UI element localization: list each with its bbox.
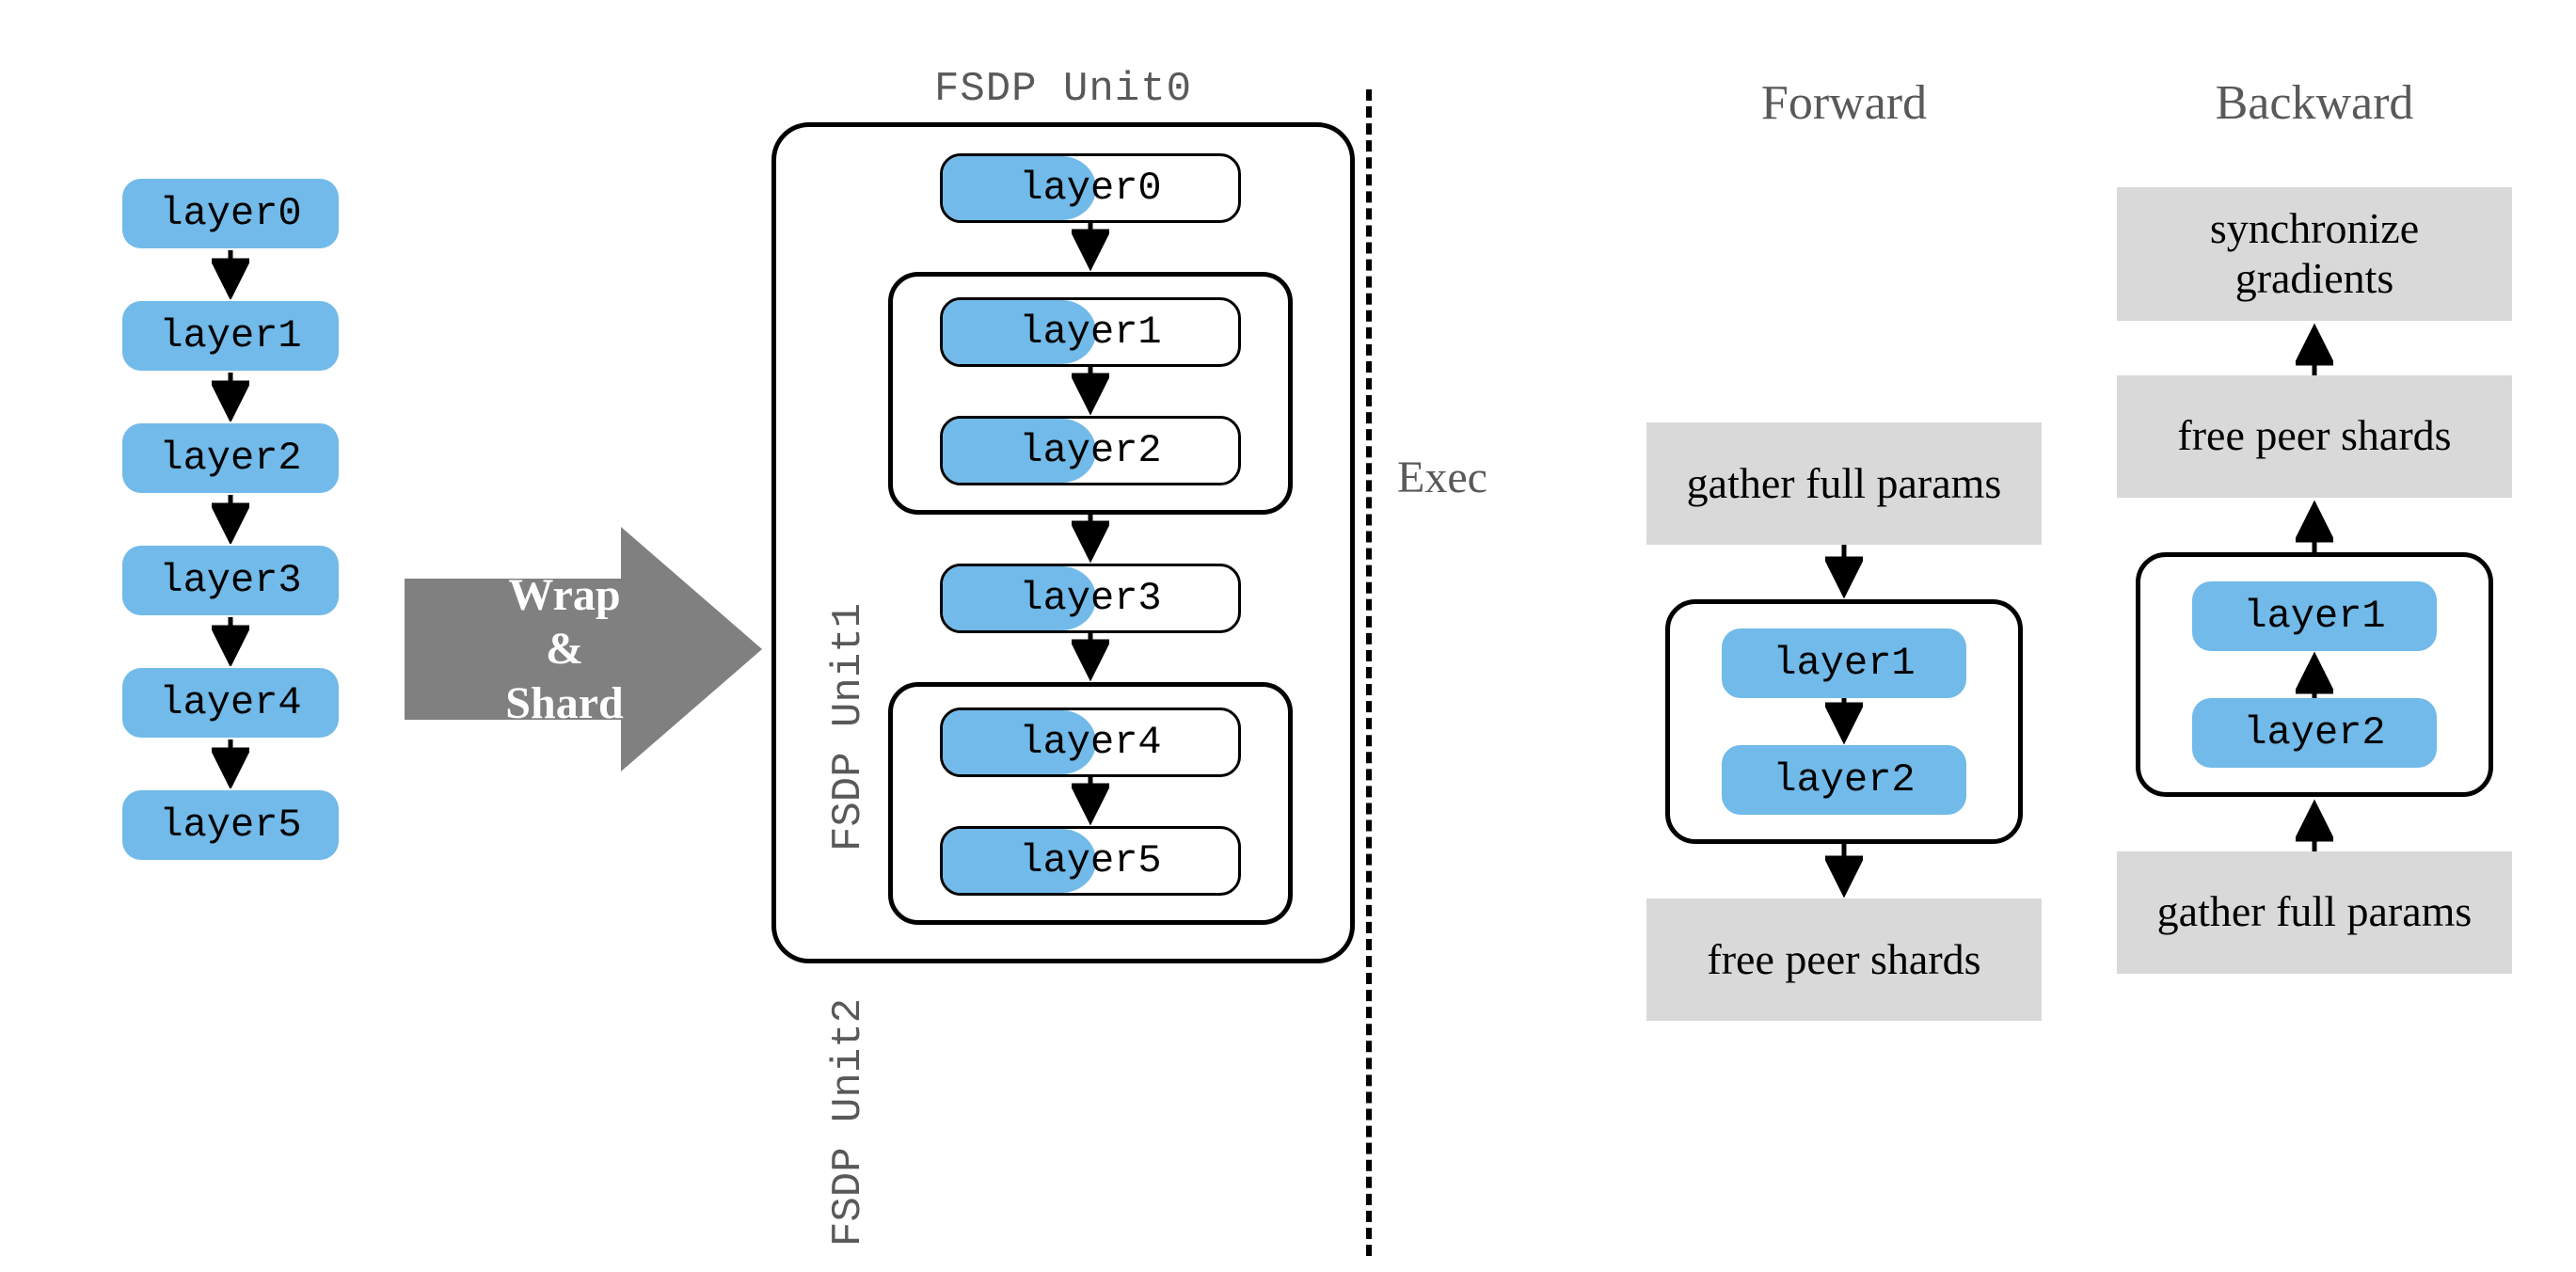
arrow-down-icon (1072, 223, 1109, 272)
layer-label: layer1 (159, 313, 301, 358)
layer-box: layer2 (2192, 698, 2437, 768)
shard-layer-box: layer2 (940, 416, 1241, 485)
plain-layers-column: layer0 layer1 layer2 layer3 layer4 layer… (122, 179, 339, 860)
layer-label: layer4 (159, 680, 301, 725)
arrow-up-icon (2296, 321, 2333, 375)
layer-box: layer2 (1722, 745, 1966, 815)
layer-box: layer1 (122, 301, 339, 371)
sync-gradients-block: synchronize gradients (2117, 187, 2512, 321)
shard-label: layer5 (1019, 838, 1161, 883)
arrow-down-icon (1825, 698, 1863, 745)
forward-unit-box: layer1 layer2 (1665, 599, 2023, 844)
gather-params-block: gather full params (2117, 851, 2512, 974)
arrow-gap (2107, 797, 2521, 851)
wrap-shard-arrow: Wrap & Shard (405, 527, 762, 771)
layer-label: layer1 (1773, 641, 1915, 686)
arrow-gap (122, 371, 339, 423)
layer-label: layer1 (2243, 594, 2385, 639)
arrow-gap (122, 493, 339, 546)
arrow-gap (861, 633, 1320, 682)
wrap-text: Wrap (508, 570, 620, 620)
shard-label: layer0 (1019, 166, 1161, 211)
arrow-gap (1637, 844, 2051, 898)
arrow-gap (1637, 545, 2051, 599)
layer-box: layer4 (122, 668, 339, 738)
arrow-down-icon (1072, 777, 1109, 826)
arrow-gap (861, 515, 1320, 564)
arrow-down-icon (212, 495, 249, 544)
backward-title: Backward (2216, 75, 2414, 131)
fsdp-unit2-box: layer4 layer5 (888, 682, 1293, 925)
shard-label: layer2 (1019, 428, 1161, 473)
fsdp-unit2-label: FSDP Unit2 (825, 998, 872, 1247)
layer-box: layer1 (2192, 581, 2437, 651)
arrow-down-icon (212, 617, 249, 666)
fsdp-unit0-box: FSDP Unit1 FSDP Unit2 layer0 layer1 laye… (771, 122, 1355, 963)
arrow-gap (2169, 651, 2460, 698)
arrow-gap (861, 223, 1320, 272)
shard-text: Shard (505, 678, 623, 728)
shard-label: layer1 (1019, 310, 1161, 355)
arrow-down-icon (212, 739, 249, 788)
arrow-down-icon (1072, 633, 1109, 682)
gather-params-block: gather full params (1646, 422, 2042, 545)
arrow-down-icon (212, 250, 249, 299)
free-shards-block: free peer shards (2117, 375, 2512, 498)
arrow-up-icon (2296, 651, 2333, 698)
exec-label: Exec (1397, 452, 1487, 503)
arrow-down-icon (1072, 367, 1109, 416)
layer-box: layer0 (122, 179, 339, 248)
layer-label: layer2 (1773, 757, 1915, 803)
shard-layer-box: layer4 (940, 708, 1241, 777)
fsdp-unit0-label: FSDP Unit0 (771, 66, 1355, 113)
layer-label: layer5 (159, 803, 301, 848)
forward-title: Forward (1761, 75, 1927, 131)
arrow-gap (2107, 321, 2521, 375)
shard-layer-box: layer5 (940, 826, 1241, 896)
dashed-divider (1366, 89, 1372, 1256)
fsdp-unit1-box: layer1 layer2 (888, 272, 1293, 515)
layer-label: layer3 (159, 558, 301, 603)
layer-label: layer2 (2243, 710, 2385, 755)
forward-column: Forward gather full params layer1 layer2… (1637, 75, 2051, 1021)
shard-label: layer4 (1019, 720, 1161, 765)
big-arrow-text: Wrap & Shard (505, 568, 623, 731)
backward-unit-box: layer1 layer2 (2136, 552, 2493, 797)
arrow-gap (122, 615, 339, 668)
arrow-down-icon (1825, 844, 1863, 898)
amp-text: & (546, 624, 583, 674)
arrow-gap (2107, 498, 2521, 552)
arrow-up-icon (2296, 797, 2333, 851)
backward-column: Backward synchronize gradients free peer… (2107, 75, 2521, 974)
arrow-gap (915, 777, 1265, 826)
layer-box: layer5 (122, 790, 339, 860)
sync-text: synchronize gradients (2136, 204, 2493, 304)
gather-text: gather full params (2157, 887, 2473, 937)
free-text: free peer shards (1707, 935, 1980, 985)
shard-layer-box: layer3 (940, 564, 1241, 633)
shard-layer-box: layer0 (940, 153, 1241, 223)
arrow-down-icon (1072, 515, 1109, 564)
arrow-down-icon (1825, 545, 1863, 599)
layer-label: layer0 (159, 191, 301, 236)
shard-layer-box: layer1 (940, 297, 1241, 367)
dashed-connector-icon (1369, 480, 1388, 485)
arrow-gap (122, 738, 339, 790)
layer-box: layer1 (1722, 628, 1966, 698)
arrow-gap (122, 248, 339, 301)
gather-text: gather full params (1687, 459, 2002, 509)
layer-box: layer3 (122, 546, 339, 615)
arrow-up-icon (2296, 498, 2333, 552)
arrow-gap (915, 367, 1265, 416)
arrow-down-icon (212, 373, 249, 421)
arrow-gap (1698, 698, 1990, 745)
fsdp-units-column: FSDP Unit0 FSDP Unit1 FSDP Unit2 layer0 … (771, 66, 1355, 963)
layer-label: layer2 (159, 436, 301, 481)
layer-box: layer2 (122, 423, 339, 493)
free-text: free peer shards (2177, 411, 2451, 461)
shard-label: layer3 (1019, 576, 1161, 621)
free-shards-block: free peer shards (1646, 898, 2042, 1021)
